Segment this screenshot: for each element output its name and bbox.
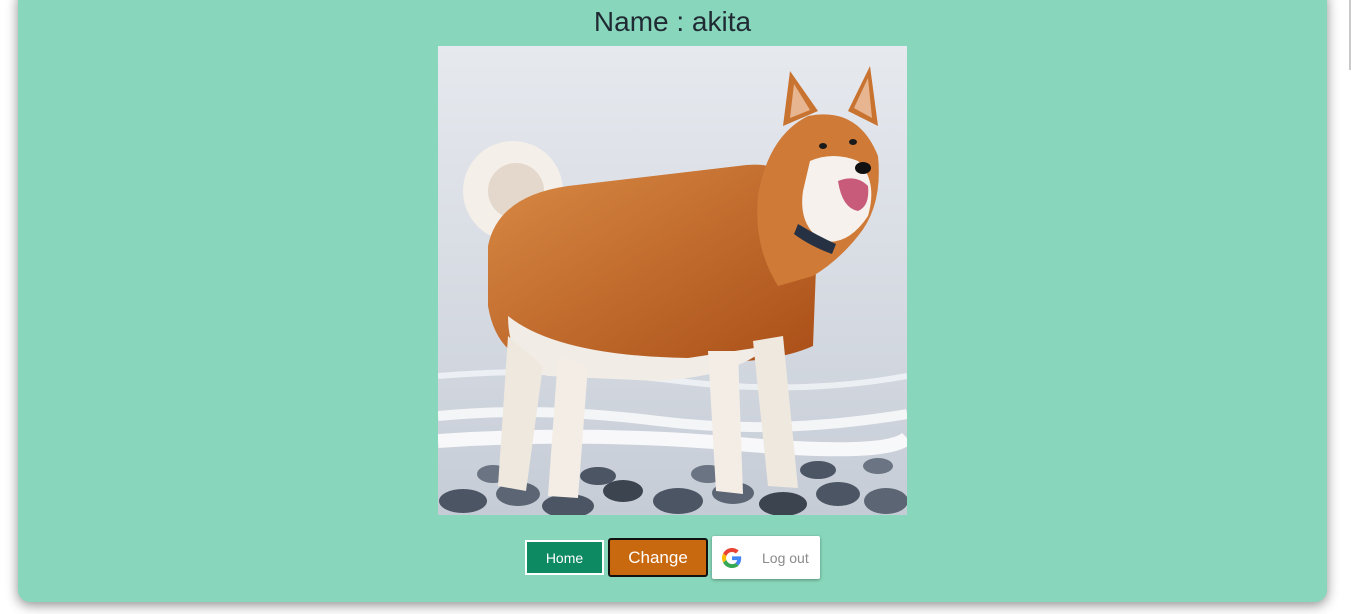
home-button[interactable]: Home [525, 540, 604, 575]
page-title: Name : akita [593, 6, 752, 37]
dog-image [438, 46, 907, 515]
change-button[interactable]: Change [608, 538, 708, 577]
google-g-icon [722, 547, 742, 568]
logout-label: Log out [762, 549, 809, 566]
google-logout-button[interactable]: Log out [712, 536, 820, 579]
dog-photo-icon [438, 46, 907, 515]
profile-card: Name : akita Home Change Log out [18, 0, 1327, 602]
